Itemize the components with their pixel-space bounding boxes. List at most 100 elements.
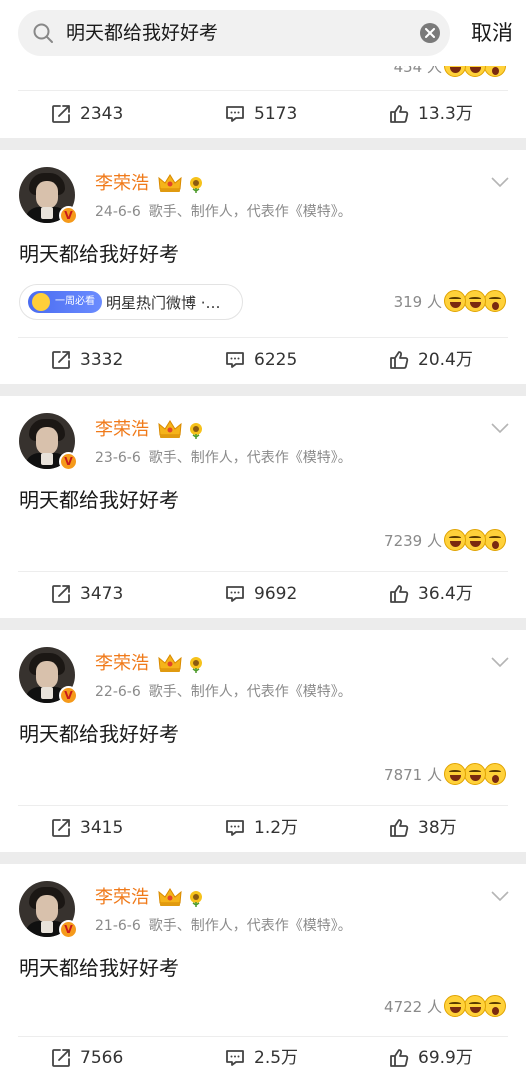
search-icon [33,23,53,43]
like-count: 20.4万 [418,350,473,370]
divider [18,90,508,91]
share-icon [52,1049,70,1067]
chevron-down-icon[interactable] [490,176,510,188]
wow-emoji-icon [484,995,506,1017]
chevron-down-icon[interactable] [490,656,510,668]
post-card[interactable]: V 李荣浩 21-6-6 歌手、制作人，代表作《模特》。 明天都给我好好考 472… [0,864,526,1080]
sunflower-icon [190,423,202,439]
share-icon [52,105,70,123]
like-icon [390,351,409,369]
squint-emoji-icon [464,995,486,1017]
action-bar: 7566 2.5万 69.9万 [0,1036,526,1080]
post-text[interactable]: 明天都给我好好考 [19,955,179,981]
comment-icon [226,106,244,122]
sunflower-icon [190,657,202,673]
clear-search-button[interactable] [420,23,440,43]
author-bio: 歌手、制作人，代表作《模特》。 [148,204,352,220]
chevron-down-icon[interactable] [490,890,510,902]
topic-pill[interactable]: 一周必看 明星热门微博 ·… [19,284,243,320]
comment-count: 1.2万 [254,818,299,838]
comment-count: 2.5万 [254,1048,299,1068]
action-bar: 2343 5173 13.3万 [0,92,526,136]
like-count: 13.3万 [418,104,473,124]
post-date: 23-6-6 [95,450,141,466]
post-card[interactable]: V 李荣浩 22-6-6 歌手、制作人，代表作《模特》。 明天都给我好好考 787… [0,630,526,852]
laugh-emoji-icon [444,290,466,312]
action-bar: 3415 1.2万 38万 [0,806,526,850]
wow-emoji-icon [484,529,506,551]
crown-icon [158,654,182,672]
author-name[interactable]: 李荣浩 [95,418,149,442]
author-bio: 歌手、制作人，代表作《模特》。 [148,684,352,700]
cancel-button[interactable]: 取消 [471,19,513,47]
post-date: 24-6-6 [95,204,141,220]
verified-badge-icon: V [59,920,78,939]
post-meta: 22-6-6 歌手、制作人，代表作《模特》。 [95,683,352,701]
share-icon [52,351,70,369]
squint-emoji-icon [464,290,486,312]
reaction-count: 7871 人 [384,766,442,784]
verified-badge-icon: V [59,206,78,225]
reaction-summary[interactable]: 7871 人 [356,762,506,788]
reaction-summary[interactable]: 319 人 [356,289,506,315]
author-name[interactable]: 李荣浩 [95,172,149,196]
search-header: 明天都给我好好考 取消 [0,0,526,66]
squint-emoji-icon [464,529,486,551]
share-icon [52,585,70,603]
sunflower-icon [190,891,202,907]
like-icon [390,105,409,123]
chevron-down-icon[interactable] [490,422,510,434]
post-date: 21-6-6 [95,918,141,934]
share-count: 3473 [80,584,124,604]
crown-icon [158,174,182,192]
post-card[interactable]: V 李荣浩 24-6-6 歌手、制作人，代表作《模特》。 明天都给我好好考 一周必… [0,150,526,384]
share-count: 7566 [80,1048,124,1068]
wow-emoji-icon [484,763,506,785]
post-meta: 24-6-6 歌手、制作人，代表作《模特》。 [95,203,352,221]
wow-emoji-icon [484,290,506,312]
author-name[interactable]: 李荣浩 [95,886,149,910]
like-icon [390,1049,409,1067]
author-bio: 歌手、制作人，代表作《模特》。 [148,918,352,934]
squint-emoji-icon [464,763,486,785]
post-date: 22-6-6 [95,684,141,700]
laugh-emoji-icon [444,529,466,551]
comment-icon [226,820,244,836]
post-card[interactable]: V 李荣浩 23-6-6 歌手、制作人，代表作《模特》。 明天都给我好好考 723… [0,396,526,618]
search-box[interactable]: 明天都给我好好考 [18,10,450,56]
like-icon [390,819,409,837]
comment-icon [226,352,244,368]
share-count: 3332 [80,350,124,370]
post-meta: 23-6-6 歌手、制作人，代表作《模特》。 [95,449,352,467]
comment-icon [226,1050,244,1066]
like-count: 38万 [418,818,457,838]
like-icon [390,585,409,603]
like-count: 69.9万 [418,1048,473,1068]
avatar[interactable]: V [19,413,78,471]
verified-badge-icon: V [59,452,78,471]
laugh-emoji-icon [444,995,466,1017]
post-text[interactable]: 明天都给我好好考 [19,721,179,747]
search-input[interactable]: 明天都给我好好考 [66,21,218,45]
reaction-summary[interactable]: 7239 人 [356,528,506,554]
share-count: 3415 [80,818,124,838]
laugh-emoji-icon [444,763,466,785]
author-bio: 歌手、制作人，代表作《模特》。 [148,450,352,466]
topic-label: 明星热门微博 ·… [106,294,221,312]
post-text[interactable]: 明天都给我好好考 [19,487,179,513]
comment-count: 6225 [254,350,298,370]
reaction-count: 4722 人 [384,998,442,1016]
author-name[interactable]: 李荣浩 [95,652,149,676]
post-text[interactable]: 明天都给我好好考 [19,241,179,267]
avatar[interactable]: V [19,647,78,705]
sunflower-icon [190,177,202,193]
reaction-summary[interactable]: 4722 人 [356,994,506,1020]
share-count: 2343 [80,104,124,124]
comment-icon [226,586,244,602]
avatar[interactable]: V [19,167,78,225]
action-bar: 3332 6225 20.4万 [0,338,526,382]
comment-count: 9692 [254,584,298,604]
post-meta: 21-6-6 歌手、制作人，代表作《模特》。 [95,917,352,935]
avatar[interactable]: V [19,881,78,939]
verified-badge-icon: V [59,686,78,705]
